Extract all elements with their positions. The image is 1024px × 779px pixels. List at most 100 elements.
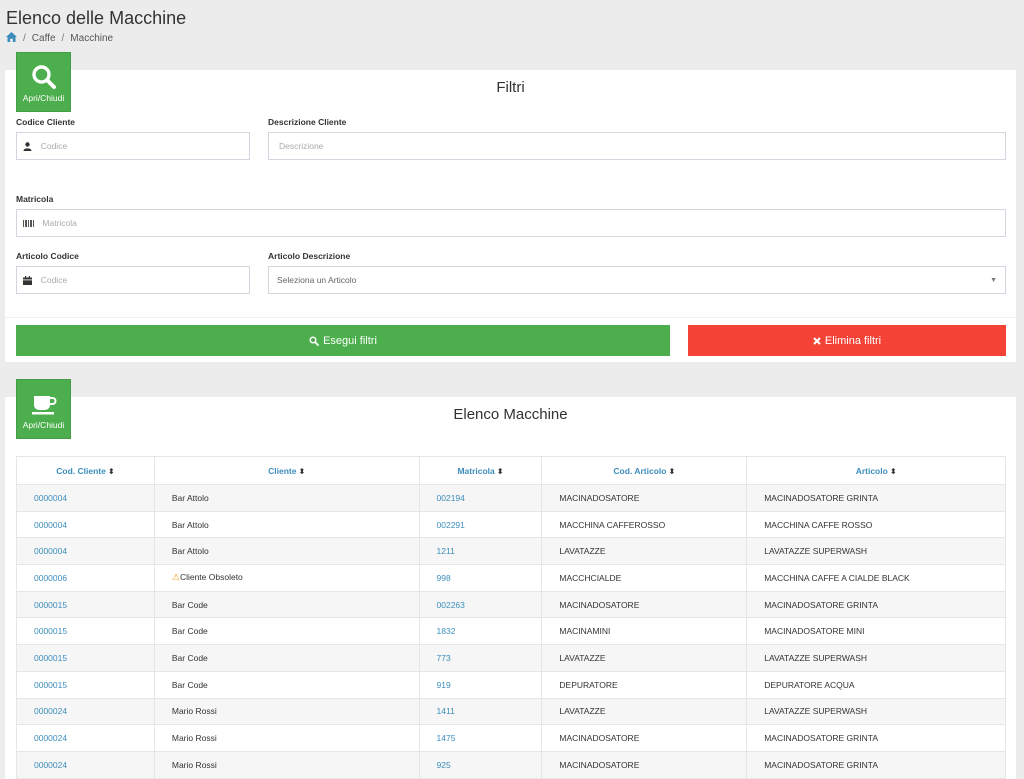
cod-cliente-link[interactable]: 0000004 <box>16 510 155 539</box>
cod-cliente-link[interactable]: 0000015 <box>16 590 155 619</box>
articolo-codice-label: Articolo Codice <box>16 251 79 261</box>
table-row: 0000015 Bar Code 919 DEPURATORE DEPURATORE A… <box>16 670 1006 699</box>
column-header-articolo[interactable]: Articolo ⬍ <box>746 456 1006 485</box>
matricola-link[interactable]: 1411 <box>418 697 543 726</box>
barcode-icon <box>17 219 40 227</box>
articolo-cell: MACINADOSATORE GRINTA <box>746 590 1006 619</box>
cod-articolo-cell: MACCHCIALDE <box>541 564 748 592</box>
articolo-codice-field[interactable] <box>16 266 250 294</box>
cod-cliente-link[interactable]: 0000004 <box>16 537 155 566</box>
cliente-cell: ⚠Cliente Obsoleto <box>153 564 420 592</box>
cod-articolo-cell: MACINADOSATORE <box>541 724 748 752</box>
matricola-input[interactable] <box>40 218 1005 228</box>
search-icon <box>31 65 56 89</box>
column-header-cod-articolo[interactable]: Cod. Articolo ⬍ <box>541 456 748 485</box>
cod-cliente-link[interactable]: 0000015 <box>16 670 155 699</box>
apply-filters-label: Esegui filtri <box>323 334 377 347</box>
table-row: 0000024 Mario Rossi 925 MACINADOSATORE MACIN… <box>16 750 1006 779</box>
column-header-matricola[interactable]: Matricola ⬍ <box>418 456 543 485</box>
search-icon <box>309 335 319 346</box>
matricola-label: Matricola <box>16 194 54 204</box>
breadcrumb: / Caffe / Macchine <box>6 32 113 45</box>
cliente-cell: Bar Attolo <box>153 510 420 539</box>
cod-cliente-link[interactable]: 0000015 <box>16 644 155 672</box>
cod-cliente-link[interactable]: 0000024 <box>16 697 155 726</box>
cod-cliente-link[interactable]: 0000004 <box>16 484 155 512</box>
table-row: 0000015 Bar Code 773 LAVATAZZE LAVATAZZE SUP… <box>16 644 1006 672</box>
table-row: 0000024 Mario Rossi 1475 MACINADOSATORE MACI… <box>16 724 1006 752</box>
cod-articolo-cell: MACINADOSATORE <box>541 750 748 779</box>
machines-table: Cod. Cliente ⬍ Cliente ⬍ Matricola ⬍ Cod. A… <box>16 456 1006 779</box>
coffee-cup-icon <box>31 396 57 415</box>
cod-cliente-link[interactable]: 0000024 <box>16 750 155 779</box>
articolo-cell: MACCHINA CAFFE ROSSO <box>746 510 1006 539</box>
cod-articolo-cell: MACINADOSATORE <box>541 484 748 512</box>
cliente-cell: Bar Code <box>153 590 420 619</box>
matricola-link[interactable]: 998 <box>418 564 543 592</box>
list-toggle-button[interactable]: Apri/Chiudi <box>16 379 71 439</box>
table-row: 0000006 ⚠Cliente Obsoleto 998 MACCHCIALDE MA… <box>16 564 1006 592</box>
column-header-cod-cliente[interactable]: Cod. Cliente ⬍ <box>16 456 155 485</box>
descrizione-cliente-input[interactable] <box>269 141 1005 151</box>
table-row: 0000015 Bar Code 1832 MACINAMINI MACINADOSAT… <box>16 617 1006 646</box>
column-header-cliente[interactable]: Cliente ⬍ <box>153 456 420 485</box>
apply-filters-button[interactable]: Esegui filtri <box>16 325 670 356</box>
codice-cliente-field[interactable] <box>16 132 250 160</box>
matricola-link[interactable]: 919 <box>418 670 543 699</box>
matricola-link[interactable]: 773 <box>418 644 543 672</box>
filters-divider <box>5 317 1016 318</box>
articolo-cell: MACCHINA CAFFE A CIALDE BLACK <box>746 564 1006 592</box>
machines-panel: Elenco Macchine Cod. Cliente ⬍ Cliente ⬍ M… <box>5 397 1016 779</box>
cliente-cell: Bar Code <box>153 670 420 699</box>
filters-toggle-button[interactable]: Apri/Chiudi <box>16 52 71 112</box>
filters-title: Filtri <box>496 79 525 96</box>
breadcrumb-item-macchine: Macchine <box>70 33 114 44</box>
articolo-cell: DEPURATORE ACQUA <box>746 670 1006 699</box>
cod-cliente-link[interactable]: 0000015 <box>16 617 155 646</box>
codice-cliente-input[interactable] <box>38 141 249 151</box>
cliente-cell: Bar Code <box>153 617 420 646</box>
articolo-cell: MACINADOSATORE GRINTA <box>746 484 1006 512</box>
cod-articolo-cell: LAVATAZZE <box>541 537 748 566</box>
warning-icon: ⚠ <box>171 572 180 583</box>
table-row: 0000004 Bar Attolo 002194 MACINADOSATORE MAC… <box>16 484 1006 512</box>
articolo-descrizione-label: Articolo Descrizione <box>268 251 351 261</box>
descrizione-cliente-field[interactable] <box>268 132 1006 160</box>
articolo-descrizione-select[interactable]: Seleziona un Articolo ▼ <box>268 266 1006 294</box>
matricola-link[interactable]: 1211 <box>418 537 543 566</box>
cod-cliente-link[interactable]: 0000006 <box>16 564 155 592</box>
clear-filters-button[interactable]: Elimina filtri <box>688 325 1006 356</box>
matricola-link[interactable]: 002263 <box>418 590 543 619</box>
codice-cliente-label: Codice Cliente <box>16 117 76 127</box>
matricola-link[interactable]: 1475 <box>418 724 543 752</box>
matricola-link[interactable]: 925 <box>418 750 543 779</box>
matricola-field[interactable] <box>16 209 1006 237</box>
close-icon <box>813 336 821 345</box>
calendar-icon <box>17 275 39 285</box>
sort-icon: ⬍ <box>496 466 504 476</box>
cod-articolo-cell: MACINADOSATORE <box>541 590 748 619</box>
breadcrumb-separator: / <box>23 33 26 44</box>
table-row: 0000004 Bar Attolo 1211 LAVATAZZE LAVATAZZE … <box>16 537 1006 566</box>
cod-articolo-cell: MACINAMINI <box>541 617 748 646</box>
articolo-cell: MACINADOSATORE GRINTA <box>746 750 1006 779</box>
matricola-link[interactable]: 002291 <box>418 510 543 539</box>
cod-articolo-cell: LAVATAZZE <box>541 697 748 726</box>
articolo-codice-input[interactable] <box>38 275 249 285</box>
matricola-link[interactable]: 1832 <box>418 617 543 646</box>
cod-cliente-link[interactable]: 0000024 <box>16 724 155 752</box>
cod-articolo-cell: MACCHINA CAFFEROSSO <box>541 510 748 539</box>
filters-toggle-label: Apri/Chiudi <box>22 93 65 103</box>
breadcrumb-item-caffe[interactable]: Caffe <box>32 33 56 44</box>
breadcrumb-separator: / <box>61 33 65 44</box>
table-row: 0000015 Bar Code 002263 MACINADOSATORE MACIN… <box>16 590 1006 619</box>
home-icon[interactable] <box>6 32 17 45</box>
articolo-cell: MACINADOSATORE MINI <box>746 617 1006 646</box>
matricola-link[interactable]: 002194 <box>418 484 543 512</box>
table-header-row: Cod. Cliente ⬍ Cliente ⬍ Matricola ⬍ Cod. A… <box>16 456 1006 485</box>
cliente-cell: Mario Rossi <box>153 750 420 779</box>
filters-panel: Filtri Codice Cliente Descrizione Client… <box>5 70 1016 362</box>
cod-articolo-cell: DEPURATORE <box>541 670 748 699</box>
page-title: Elenco delle Macchine <box>6 8 187 28</box>
cliente-cell: Mario Rossi <box>153 724 420 752</box>
